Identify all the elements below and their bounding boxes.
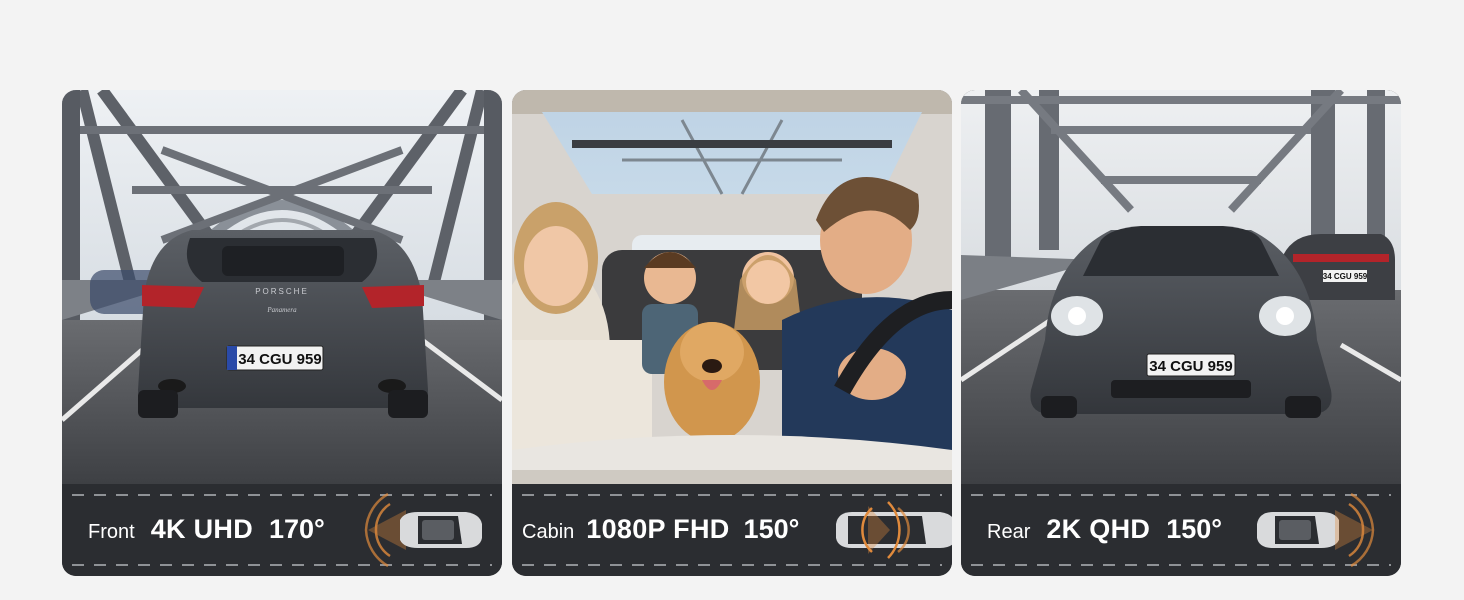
rear-resolution: 2K QHD bbox=[1046, 514, 1151, 544]
front-caption: Front 4K UHD 170° bbox=[88, 514, 325, 545]
cabin-camera-view bbox=[512, 90, 952, 484]
front-caption-bar: Front 4K UHD 170° bbox=[62, 484, 502, 576]
rear-camera-panel: 34 CGU 959 34 CGU 959 Rear 2K QHD 150° bbox=[961, 90, 1401, 576]
cabin-caption: Cabin 1080P FHD 150° bbox=[522, 514, 799, 545]
front-car-model: Panamera bbox=[266, 306, 297, 314]
rear-caption: Rear 2K QHD 150° bbox=[987, 514, 1222, 545]
front-license-plate: 34 CGU 959 bbox=[238, 351, 321, 368]
front-camera-panel: 34 CGU 959 PORSCHE Panamera Front 4K UHD… bbox=[62, 90, 502, 576]
front-camera-view: 34 CGU 959 PORSCHE Panamera bbox=[62, 90, 502, 484]
cabin-field-of-view: 150° bbox=[743, 514, 800, 544]
cabin-camera-panel: Cabin 1080P FHD 150° bbox=[512, 90, 952, 576]
cabin-caption-bar: Cabin 1080P FHD 150° bbox=[512, 484, 952, 576]
car-cabin-camera-icon bbox=[832, 490, 952, 570]
car-rear-camera-icon bbox=[1253, 490, 1381, 570]
rear-lens-label: Rear bbox=[987, 521, 1031, 543]
cabin-lens-label: Cabin bbox=[522, 521, 575, 543]
rear-license-plate: 34 CGU 959 bbox=[1149, 358, 1232, 375]
cabin-resolution: 1080P FHD bbox=[586, 514, 730, 544]
front-car-brand: PORSCHE bbox=[255, 287, 309, 296]
front-resolution: 4K UHD bbox=[150, 514, 253, 544]
front-field-of-view: 170° bbox=[269, 514, 325, 544]
rear-camera-view: 34 CGU 959 34 CGU 959 bbox=[961, 90, 1401, 484]
car-front-camera-icon bbox=[358, 490, 486, 570]
front-lens-label: Front bbox=[88, 521, 135, 543]
rear-field-of-view: 150° bbox=[1166, 514, 1223, 544]
rear-side-license-plate: 34 CGU 959 bbox=[1323, 272, 1368, 281]
rear-caption-bar: Rear 2K QHD 150° bbox=[961, 484, 1401, 576]
